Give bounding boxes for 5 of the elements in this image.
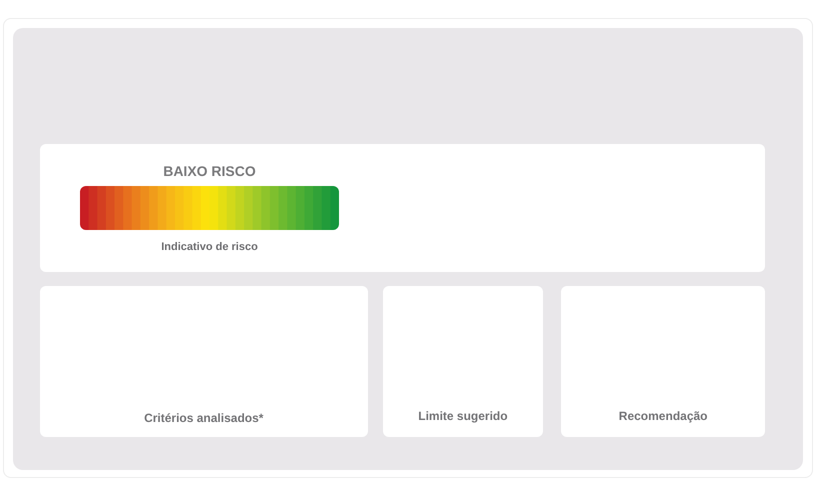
risk-caption: Indicativo de risco <box>161 241 258 253</box>
card-title: Recomendação <box>618 409 708 423</box>
card-title: Limite sugerido <box>418 409 508 423</box>
card-title: Critérios analisados* <box>144 411 264 425</box>
risk-label: BAIXO RISCO <box>163 163 256 179</box>
